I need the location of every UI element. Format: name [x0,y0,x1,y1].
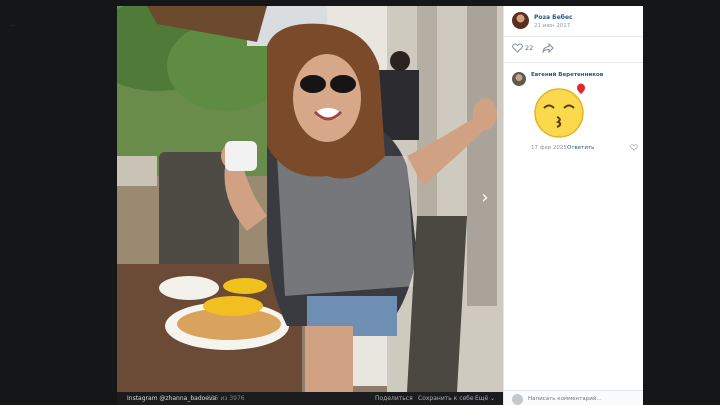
owner-name[interactable]: Роза Бебес [534,14,573,21]
comment-input[interactable] [528,393,628,404]
divider [504,36,643,37]
comment-avatar[interactable] [512,72,526,86]
save-to-album-button[interactable]: Сохранить к себе [418,395,474,402]
comment-date: 17 фев 2025 [531,145,567,151]
chevron-right-icon: › [481,187,489,208]
comment-author[interactable]: Евгений Веретенников [531,72,603,78]
photo-viewer: › Instagram @zhanna_badoeva 335 из 3976 … [117,6,643,405]
like-count: 22 [525,44,534,52]
owner-header: Роза Бебес 21 июн 2017 [512,12,637,32]
comment-reply-link[interactable]: Ответить [567,145,594,151]
photo-image [117,6,503,392]
comment-heart-icon[interactable] [630,144,638,151]
reactions-row: 22 [512,42,632,54]
owner-avatar[interactable] [512,12,529,29]
more-actions-button[interactable]: Ещё ⌄ [475,395,495,402]
owner-profile-link[interactable]: Instagram @zhanna_badoeva [127,395,216,402]
current-user-avatar [512,394,523,405]
photo-footer: Instagram @zhanna_badoeva 335 из 3976 По… [117,392,503,405]
photo-counter: 335 из 3976 [207,395,245,402]
photo-date: 21 июн 2017 [534,23,571,29]
photo[interactable] [117,6,503,392]
comment-item: Евгений Веретенников 17 фев 2025 Ответит… [512,70,638,160]
heart-icon[interactable] [512,43,523,53]
comment-composer [504,390,643,405]
next-photo-button[interactable]: › [475,186,495,210]
photo-sidebar: Роза Бебес 21 июн 2017 22 Евгений Верете… [503,6,643,405]
divider [504,62,643,63]
share-button[interactable]: Поделиться [375,395,413,402]
kiss-emoji-sticker [534,83,585,138]
share-arrow-icon[interactable] [542,43,554,53]
top-left-hint: ··· [10,23,16,30]
